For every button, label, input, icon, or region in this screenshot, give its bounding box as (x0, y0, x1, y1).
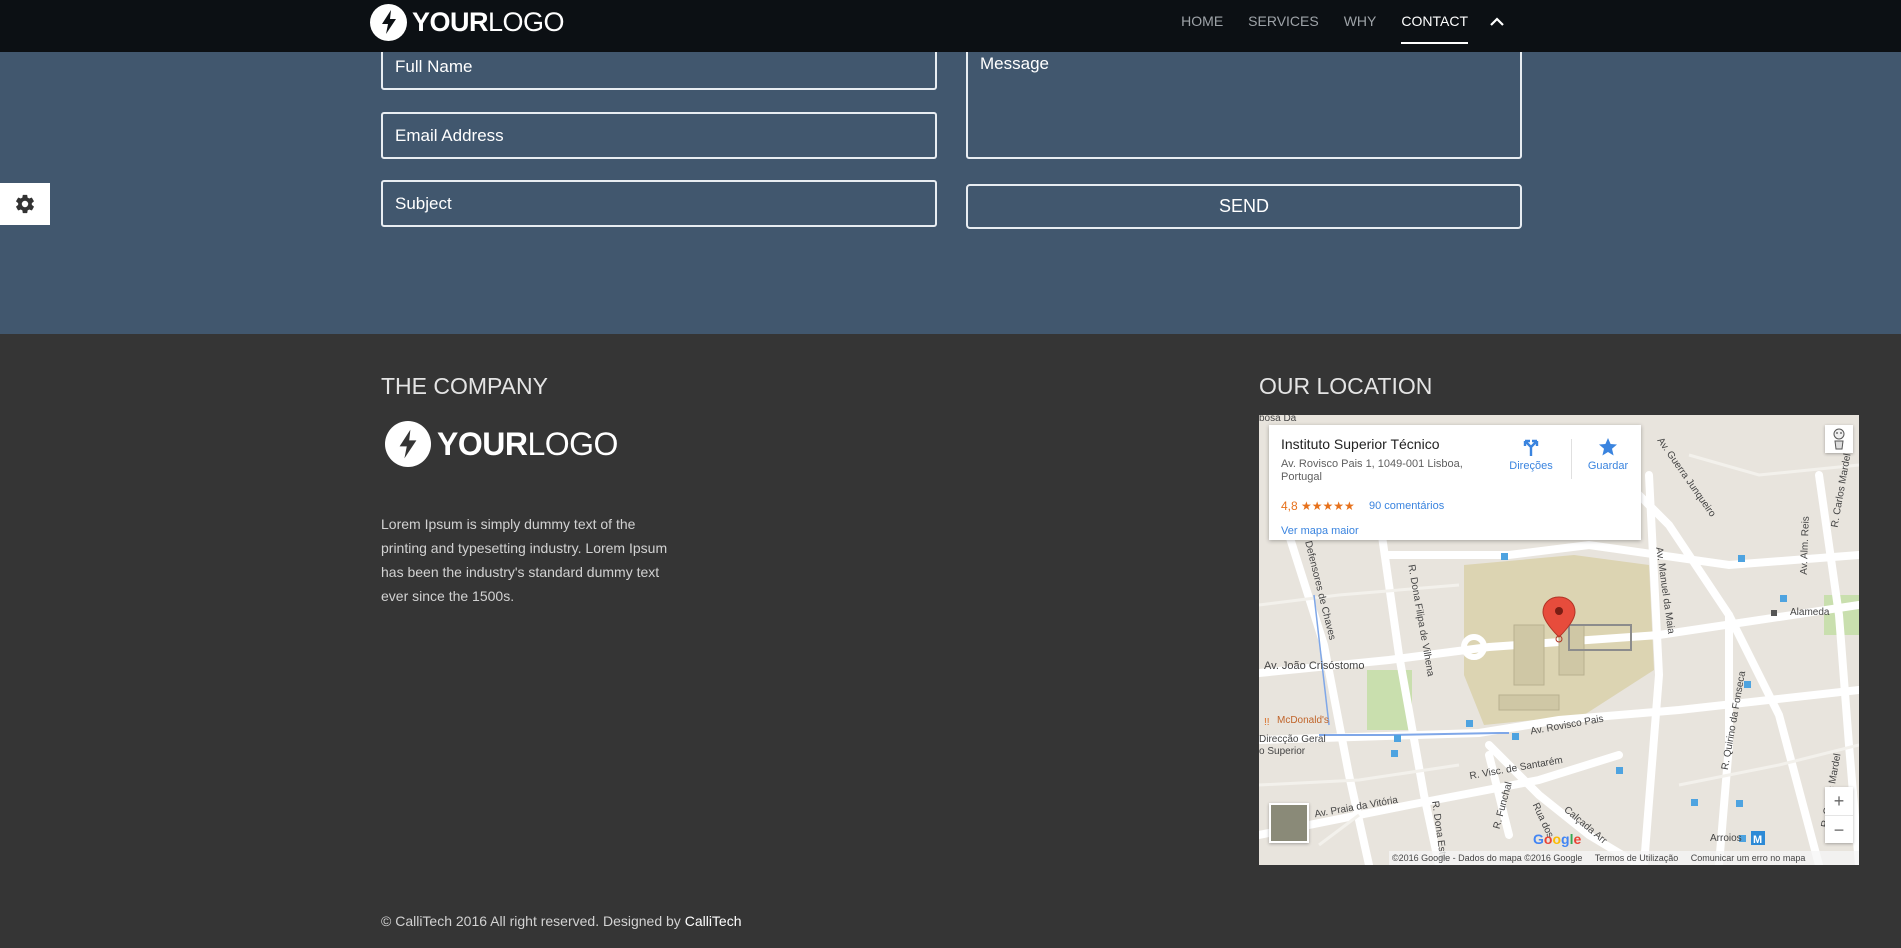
google-logo: Google (1533, 831, 1582, 847)
card-divider (1571, 439, 1572, 479)
logo-wordmark: YOURLOGO (437, 425, 618, 462)
copyright: © CalliTech 2016 All right reserved. Des… (381, 913, 742, 929)
copyright-text: © CalliTech 2016 All right reserved. Des… (381, 913, 685, 929)
star-icon (1599, 438, 1617, 456)
directions-icon (1523, 439, 1539, 456)
footer-logo: YOURLOGO (385, 421, 618, 467)
map-label: Direcção Geral (1259, 734, 1326, 745)
top-navbar: YOURLOGO HOME SERVICES WHY CONTACT (0, 0, 1901, 52)
map-label: McDonald's (1277, 715, 1329, 726)
logo-wordmark: YOURLOGO (412, 6, 565, 37)
designer-link[interactable]: CalliTech (685, 913, 742, 929)
map-label: bosa Da (1259, 415, 1297, 424)
email-input[interactable] (381, 112, 937, 159)
save-label: Guardar (1587, 460, 1629, 472)
map-terms-link[interactable]: Termos de Utilização (1595, 853, 1679, 863)
message-textarea[interactable] (966, 44, 1522, 159)
nav-home[interactable]: HOME (1181, 0, 1223, 44)
settings-button[interactable] (0, 183, 50, 225)
directions-label: Direções (1509, 460, 1553, 472)
zoom-in-button[interactable]: + (1825, 787, 1853, 815)
street-view-button[interactable] (1825, 425, 1853, 453)
zoom-out-button[interactable]: − (1825, 815, 1853, 844)
pegman-icon (1833, 428, 1845, 450)
map-label: Av. Alm. Reis (1798, 516, 1812, 575)
save-place-button[interactable]: Guardar (1578, 437, 1638, 472)
map-report-link[interactable]: Comunicar um erro no mapa (1691, 853, 1806, 863)
send-button[interactable]: SEND (966, 184, 1522, 229)
chevron-up-icon[interactable] (1488, 0, 1506, 44)
gear-icon (16, 194, 34, 214)
place-info-card: Instituto Superior Técnico Av. Rovisco P… (1269, 425, 1641, 540)
place-rating: 4,8 ★★★★★ (1281, 499, 1355, 513)
company-description: Lorem Ipsum is simply dummy text of the … (381, 516, 668, 604)
nav-contact[interactable]: CONTACT (1401, 0, 1468, 44)
satellite-toggle[interactable] (1269, 803, 1309, 843)
map-attribution-bar: ©2016 Google - Dados do mapa ©2016 Googl… (1389, 851, 1859, 865)
map-label: Av. João Crisóstomo (1264, 660, 1365, 672)
bigger-map-link[interactable]: Ver mapa maior (1281, 525, 1359, 537)
location-title: OUR LOCATION (1259, 373, 1433, 399)
site-logo[interactable]: YOURLOGO (370, 3, 565, 41)
map-label: o Superior (1259, 746, 1306, 757)
map-label: Arroios (1710, 833, 1742, 844)
reviews-link[interactable]: 90 comentários (1369, 500, 1444, 512)
svg-text:!!: !! (1264, 717, 1270, 728)
place-name: Instituto Superior Técnico (1281, 436, 1440, 452)
nav-services[interactable]: SERVICES (1248, 0, 1319, 44)
svg-text:M: M (1753, 834, 1762, 846)
map-copyright: ©2016 Google - Dados do mapa ©2016 Googl… (1392, 853, 1583, 863)
place-address: Av. Rovisco Pais 1, 1049-001 Lisboa, Por… (1281, 458, 1463, 483)
nav-why[interactable]: WHY (1344, 0, 1377, 44)
directions-button[interactable]: Direções (1501, 437, 1561, 472)
zoom-controls: + − (1825, 787, 1853, 843)
lightning-icon (370, 3, 407, 41)
subject-input[interactable] (381, 180, 937, 227)
map-label: Alameda (1790, 607, 1830, 618)
main-nav: HOME SERVICES WHY CONTACT (1156, 0, 1506, 44)
location-map[interactable]: M !! Alameda Av. João Crisóstomo McDonal… (1259, 415, 1859, 865)
contact-section: SEND (0, 44, 1901, 334)
company-title: THE COMPANY (381, 373, 548, 399)
lightning-icon (385, 421, 431, 467)
